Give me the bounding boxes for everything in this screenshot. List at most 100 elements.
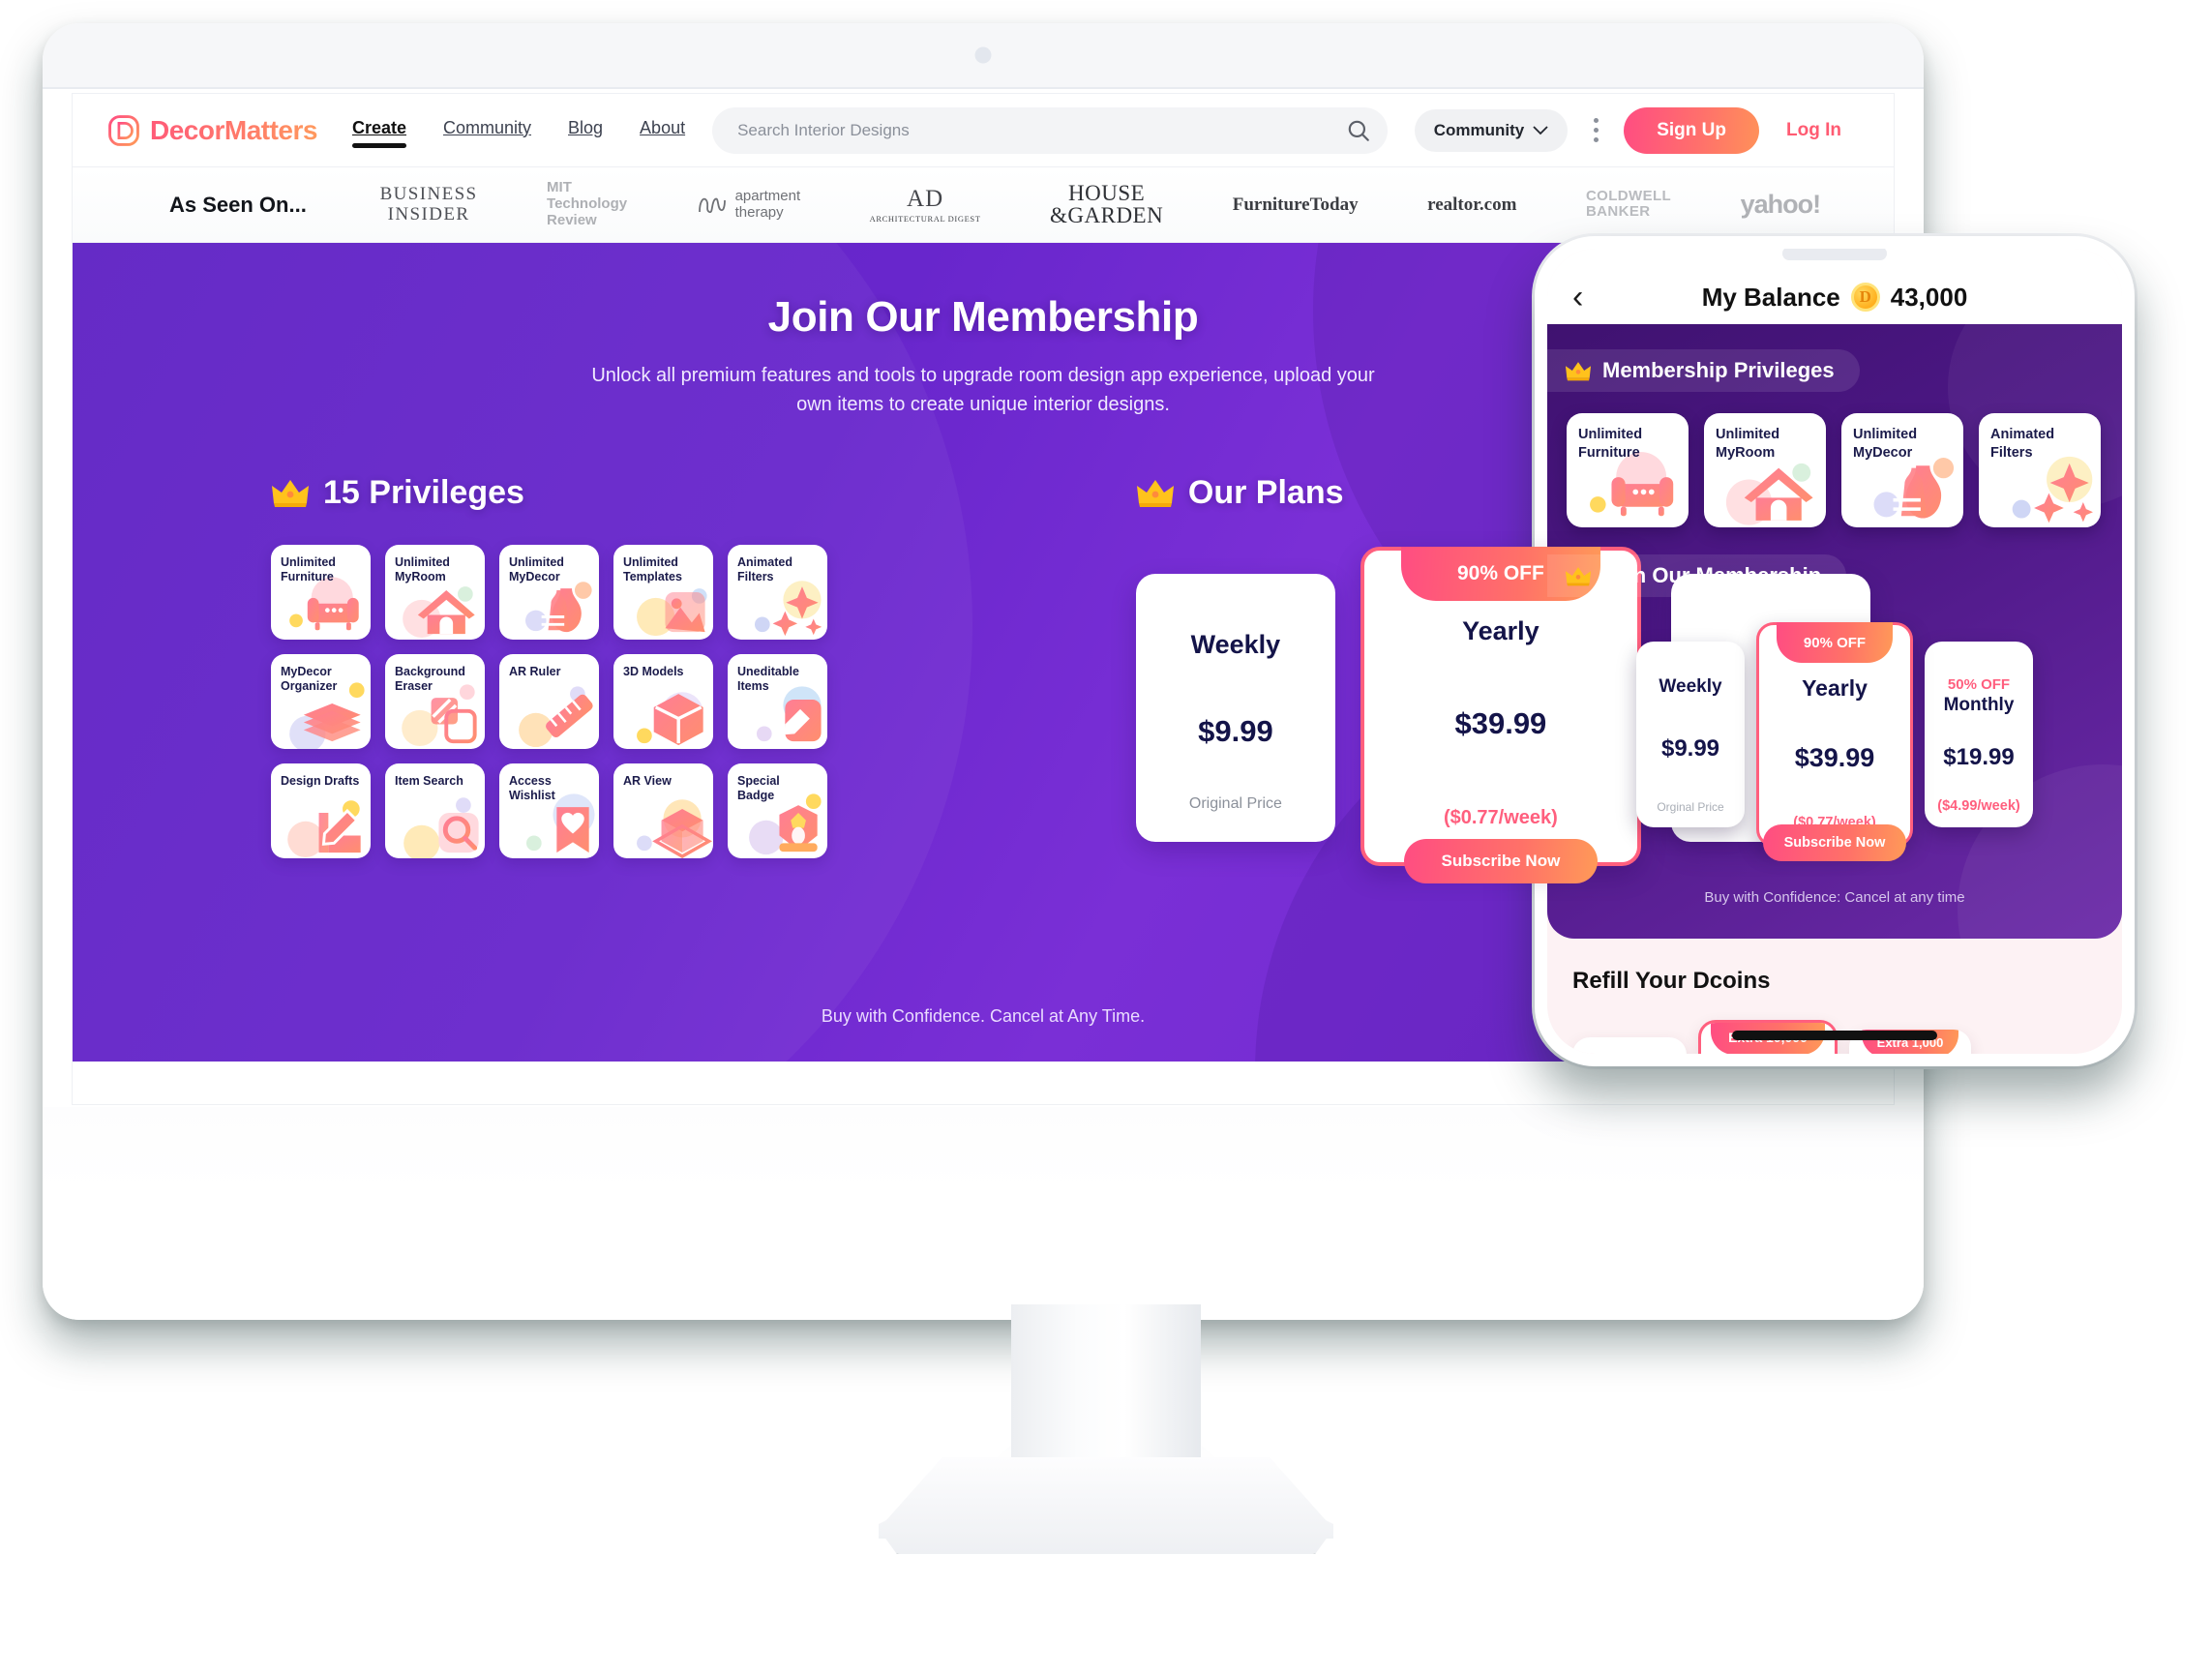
nav-link-create[interactable]: Create xyxy=(351,118,407,148)
apartment-therapy-squiggle-icon xyxy=(698,198,726,214)
discount-badge: 50% OFF xyxy=(1947,676,2011,693)
privileges-grid: Unlimited Furniture Unlimited MyRoom Unl… xyxy=(271,544,1092,858)
privilege-label: Design Drafts xyxy=(281,773,360,788)
nav-link-about[interactable]: About xyxy=(640,118,685,143)
nav-link-blog[interactable]: Blog xyxy=(568,118,603,143)
phone-plans-row: Weekly $9.99 Orginal Price 90% OFF Yearl… xyxy=(1547,597,2122,861)
phone-privilege-card[interactable]: Animated Filters xyxy=(1979,413,2101,527)
phone-notch xyxy=(1723,249,1946,278)
phone-screen: ‹ My Balance D 43,000 Membership Privile… xyxy=(1547,249,2122,1054)
plan-name: Yearly xyxy=(1462,615,1539,645)
plan-price: $39.99 xyxy=(1454,705,1547,740)
privileges-column: 15 Privileges Unlimited Furniture Unlimi… xyxy=(73,474,1092,866)
phone-membership-heading: Join Our Membership xyxy=(1547,554,1847,597)
monitor-top-bezel xyxy=(43,23,1924,89)
plan-price: $9.99 xyxy=(1198,713,1273,748)
privilege-card[interactable]: MyDecor Organizer xyxy=(271,653,371,749)
refill-heading: Refill Your Dcoins xyxy=(1572,968,1771,994)
as-seen-on-label: As Seen On... xyxy=(169,192,307,217)
community-dropdown[interactable]: Community xyxy=(1414,108,1569,152)
phone-privileges-heading: Membership Privileges xyxy=(1547,349,1860,392)
logo-house-and-garden: HOUSE &GARDEN xyxy=(1050,181,1164,228)
phone-privilege-card[interactable]: Unlimited MyDecor xyxy=(1841,413,1963,527)
logo-architectural-digest: AD ARCHITECTURAL DIGEST xyxy=(869,185,981,224)
privilege-label: Unlimited MyDecor xyxy=(509,554,564,584)
privilege-label: Special Badge xyxy=(737,773,780,803)
more-options-icon[interactable] xyxy=(1581,118,1610,142)
privilege-card[interactable]: Unlimited Furniture xyxy=(271,544,371,640)
privilege-label: Animated Filters xyxy=(737,554,792,584)
privilege-label: 3D Models xyxy=(623,664,684,678)
phone-privilege-card[interactable]: Unlimited Furniture xyxy=(1567,413,1689,527)
brand-logo[interactable]: DecorMatters xyxy=(107,114,317,147)
search-icon[interactable] xyxy=(1339,111,1378,150)
search-input[interactable] xyxy=(737,120,1339,140)
privilege-card[interactable]: Design Drafts xyxy=(271,763,371,858)
privilege-card[interactable]: Special Badge xyxy=(728,763,827,858)
subscribe-button[interactable]: Subscribe Now xyxy=(1763,824,1906,861)
privilege-label: AR Ruler xyxy=(509,664,561,678)
decormatters-logo-icon xyxy=(108,114,139,146)
privilege-card[interactable]: AR View xyxy=(613,763,713,858)
community-dropdown-label: Community xyxy=(1433,120,1525,139)
brand-name: DecorMatters xyxy=(150,114,317,145)
webcam-icon xyxy=(974,46,992,64)
login-button[interactable]: Log In xyxy=(1759,120,1863,141)
plan-note: Orginal Price xyxy=(1657,800,1724,814)
balance-value: 43,000 xyxy=(1890,282,1968,312)
privilege-card[interactable]: Unlimited MyRoom xyxy=(385,544,485,640)
phone-privilege-card[interactable]: Unlimited MyRoom xyxy=(1704,413,1826,527)
nav-links: Create Community Blog About xyxy=(351,118,685,148)
plan-note: Original Price xyxy=(1188,794,1282,812)
logo-business-insider: BUSINESS INSIDER xyxy=(379,184,478,225)
plan-note: ($4.99/week) xyxy=(1937,798,2020,814)
monitor-chin xyxy=(43,1107,1924,1320)
privilege-card[interactable]: Uneditable Items xyxy=(728,653,827,749)
plan-name: Yearly xyxy=(1802,675,1868,701)
plan-note: ($0.77/week) xyxy=(1443,806,1558,828)
back-button[interactable]: ‹ xyxy=(1572,281,1605,314)
phone-privileges-carousel[interactable]: Unlimited Furniture Unlimited MyRoom Unl… xyxy=(1547,392,2122,527)
privilege-card[interactable]: Background Eraser xyxy=(385,653,485,749)
privilege-label: AR View xyxy=(623,773,672,788)
privilege-card[interactable]: Access Wishlist xyxy=(499,763,599,858)
crown-icon xyxy=(1136,480,1174,508)
phone-plan-card-monthly[interactable]: 50% OFF Monthly $19.99 ($4.99/week) xyxy=(1925,642,2033,827)
phone-speaker xyxy=(1782,249,1887,260)
plan-name: Weekly xyxy=(1190,629,1281,659)
crown-icon xyxy=(1565,362,1592,381)
logo-yahoo: yahoo! xyxy=(1740,190,1822,220)
dcoin-icon: D xyxy=(1850,283,1880,312)
privilege-label: Background Eraser xyxy=(395,664,465,694)
privilege-card[interactable]: Animated Filters xyxy=(728,544,827,640)
mobile-phone-mockup: ‹ My Balance D 43,000 Membership Privile… xyxy=(1535,236,2135,1066)
privilege-card[interactable]: Unlimited Templates xyxy=(613,544,713,640)
composite-device-mockup: DecorMatters Create Community Blog About xyxy=(0,0,2212,1675)
home-indicator xyxy=(1732,1031,1937,1040)
coin-pack-2000[interactable]: 2,000 Dcoins D xyxy=(1572,1037,1687,1054)
privilege-label: Access Wishlist xyxy=(509,773,555,803)
privilege-label: Unlimited MyRoom xyxy=(1716,427,1780,461)
balance-display: My Balance D 43,000 xyxy=(1605,283,2064,313)
phone-footnote: Buy with Confidence: Cancel at any time xyxy=(1704,889,1965,906)
privilege-label: Unlimited MyRoom xyxy=(395,554,450,584)
privilege-card[interactable]: Unlimited MyDecor xyxy=(499,544,599,640)
press-logos: BUSINESS INSIDER MIT Technology Review a xyxy=(307,179,1855,228)
plan-card-weekly[interactable]: Weekly $9.99 Original Price xyxy=(1135,573,1335,842)
hero-subtitle: Unlock all premium features and tools to… xyxy=(591,365,1375,416)
crown-icon xyxy=(1565,567,1592,586)
privilege-card[interactable]: AR Ruler xyxy=(499,653,599,749)
plan-price: $9.99 xyxy=(1660,735,1720,762)
nav-link-community[interactable]: Community xyxy=(443,118,531,143)
discount-badge: 90% OFF xyxy=(1777,622,1893,663)
phone-plan-card-yearly[interactable]: 90% OFF Yearly $39.99 ($0.77/week) Subsc… xyxy=(1756,622,1913,861)
privilege-label: Unlimited Furniture xyxy=(281,554,336,584)
signup-button[interactable]: Sign Up xyxy=(1624,106,1760,154)
phone-plan-card-weekly[interactable]: Weekly $9.99 Orginal Price xyxy=(1636,642,1745,827)
privilege-card[interactable]: Item Search xyxy=(385,763,485,858)
search-bar[interactable] xyxy=(712,106,1388,154)
press-logos-bar: As Seen On... BUSINESS INSIDER MIT Techn… xyxy=(73,167,1894,243)
monitor-stand-base xyxy=(879,1457,1333,1554)
privilege-card[interactable]: 3D Models xyxy=(613,653,713,749)
plan-name: Monthly xyxy=(1943,695,2015,715)
